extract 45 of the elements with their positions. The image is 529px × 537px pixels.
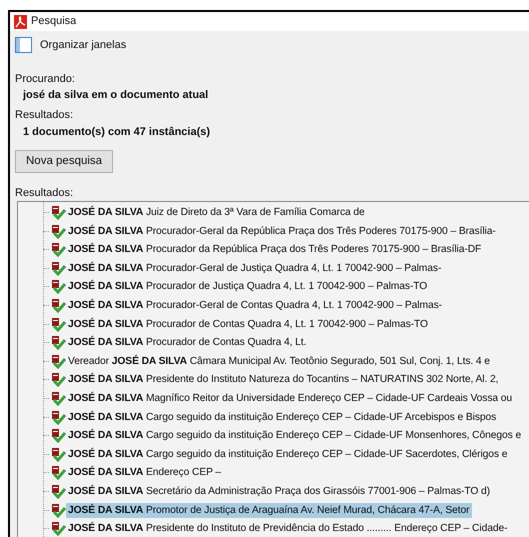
document-check-icon [49, 298, 66, 314]
results-label: Resultados: [15, 108, 74, 123]
document-check-icon [49, 205, 66, 220]
document-check-icon [49, 335, 66, 350]
new-search-button[interactable]: Nova pesquisa [15, 150, 114, 174]
document-check-icon [49, 316, 66, 332]
result-item[interactable]: JOSÉ DA SILVA Cargo seguido da instituição Endereço CEP – Cidade-UF Monsenhores, Cônegos e [66, 428, 524, 444]
pdf-icon [14, 14, 27, 28]
document-check-icon [49, 428, 66, 444]
document-check-icon [49, 502, 66, 518]
search-query: josé da silva em o documento atual [23, 88, 210, 103]
window-title: Pesquisa [31, 14, 76, 30]
result-item[interactable]: JOSÉ DA SILVA Procurador-Geral da República Praça dos Três Poderes 70175-900 – Brasília- [66, 224, 498, 239]
result-item[interactable]: JOSÉ DA SILVA Cargo seguido da instituição Endereço CEP – Cidade-UF Arcebispos e Bispos [66, 410, 498, 425]
document-check-icon [49, 465, 66, 480]
document-check-icon [49, 354, 66, 369]
document-check-icon [49, 390, 66, 406]
organize-windows-button[interactable]: Organizar janelas [40, 36, 126, 54]
result-item[interactable]: JOSÉ DA SILVA Secretário da Administração Praça dos Girassóis 77001-906 – Palmas-TO d) [66, 484, 492, 499]
document-check-icon [49, 224, 66, 239]
results-count: 1 documento(s) com 47 instância(s) [23, 125, 212, 140]
result-item[interactable]: Vereador JOSÉ DA SILVA Câmara Municipal Av. Teotônio Segurado, 501 Sul, Conj. 1, Lts. 4 e [66, 354, 492, 369]
results-label: Resultados: [15, 186, 74, 202]
document-check-icon [49, 279, 66, 294]
result-item[interactable]: JOSÉ DA SILVA Presidente do Instituto Natureza do Tocantins – NATURATINS 302 Norte, Al. 2, [66, 372, 500, 388]
result-item[interactable]: JOSÉ DA SILVA Procurador-Geral de Justiça Quadra 4, Lt. 1 70042-900 – Palmas- [66, 260, 444, 276]
searching-label: Procurando: [15, 72, 76, 87]
result-item[interactable]: JOSÉ DA SILVA Magnífico Reitor da Universidade Endereço CEP – Cidade-UF Cardeais Vossa ou [66, 390, 514, 406]
result-item[interactable]: JOSÉ DA SILVA Procurador-Geral de Contas Quadra 4, Lt. 1 70042-900 – Palmas- [66, 298, 444, 314]
document-check-icon [49, 372, 66, 388]
document-check-icon [49, 410, 66, 425]
window-layout-icon[interactable] [15, 37, 32, 53]
result-item[interactable]: JOSÉ DA SILVA Procurador de Contas Quadra 4, Lt. 1 70042-900 – Palmas-TO [66, 316, 430, 332]
result-item[interactable]: JOSÉ DA SILVA Procurador de Justiça Quadra 4, Lt. 1 70042-900 – Palmas-TO [66, 279, 430, 294]
result-item[interactable]: JOSÉ DA SILVA Promotor de Justiça de Araguaína Av. Neief Murad, Chácara 47-A, Setor [66, 502, 472, 518]
document-check-icon [49, 242, 66, 258]
result-item[interactable]: JOSÉ DA SILVA Endereço CEP – [66, 465, 224, 480]
result-item[interactable]: JOSÉ DA SILVA Presidente do Instituto de Previdência do Estado ......... Endereço CEP – Cidade- [66, 521, 510, 536]
result-item[interactable]: JOSÉ DA SILVA Procurador de Contas Quadra 4, Lt. [66, 335, 308, 350]
result-item[interactable]: JOSÉ DA SILVA Cargo seguido da instituição Endereço CEP – Cidade-UF Sacerdotes, Clérigos e [66, 446, 510, 462]
document-check-icon [49, 446, 66, 462]
result-item[interactable]: JOSÉ DA SILVA Juiz de Direto da 3ª Vara de Família Comarca de [66, 205, 367, 220]
result-item[interactable]: JOSÉ DA SILVA Procurador da República Praça dos Três Poderes 70175-900 – Brasília-DF [66, 242, 484, 258]
document-check-icon [49, 484, 66, 499]
document-check-icon [49, 260, 66, 276]
